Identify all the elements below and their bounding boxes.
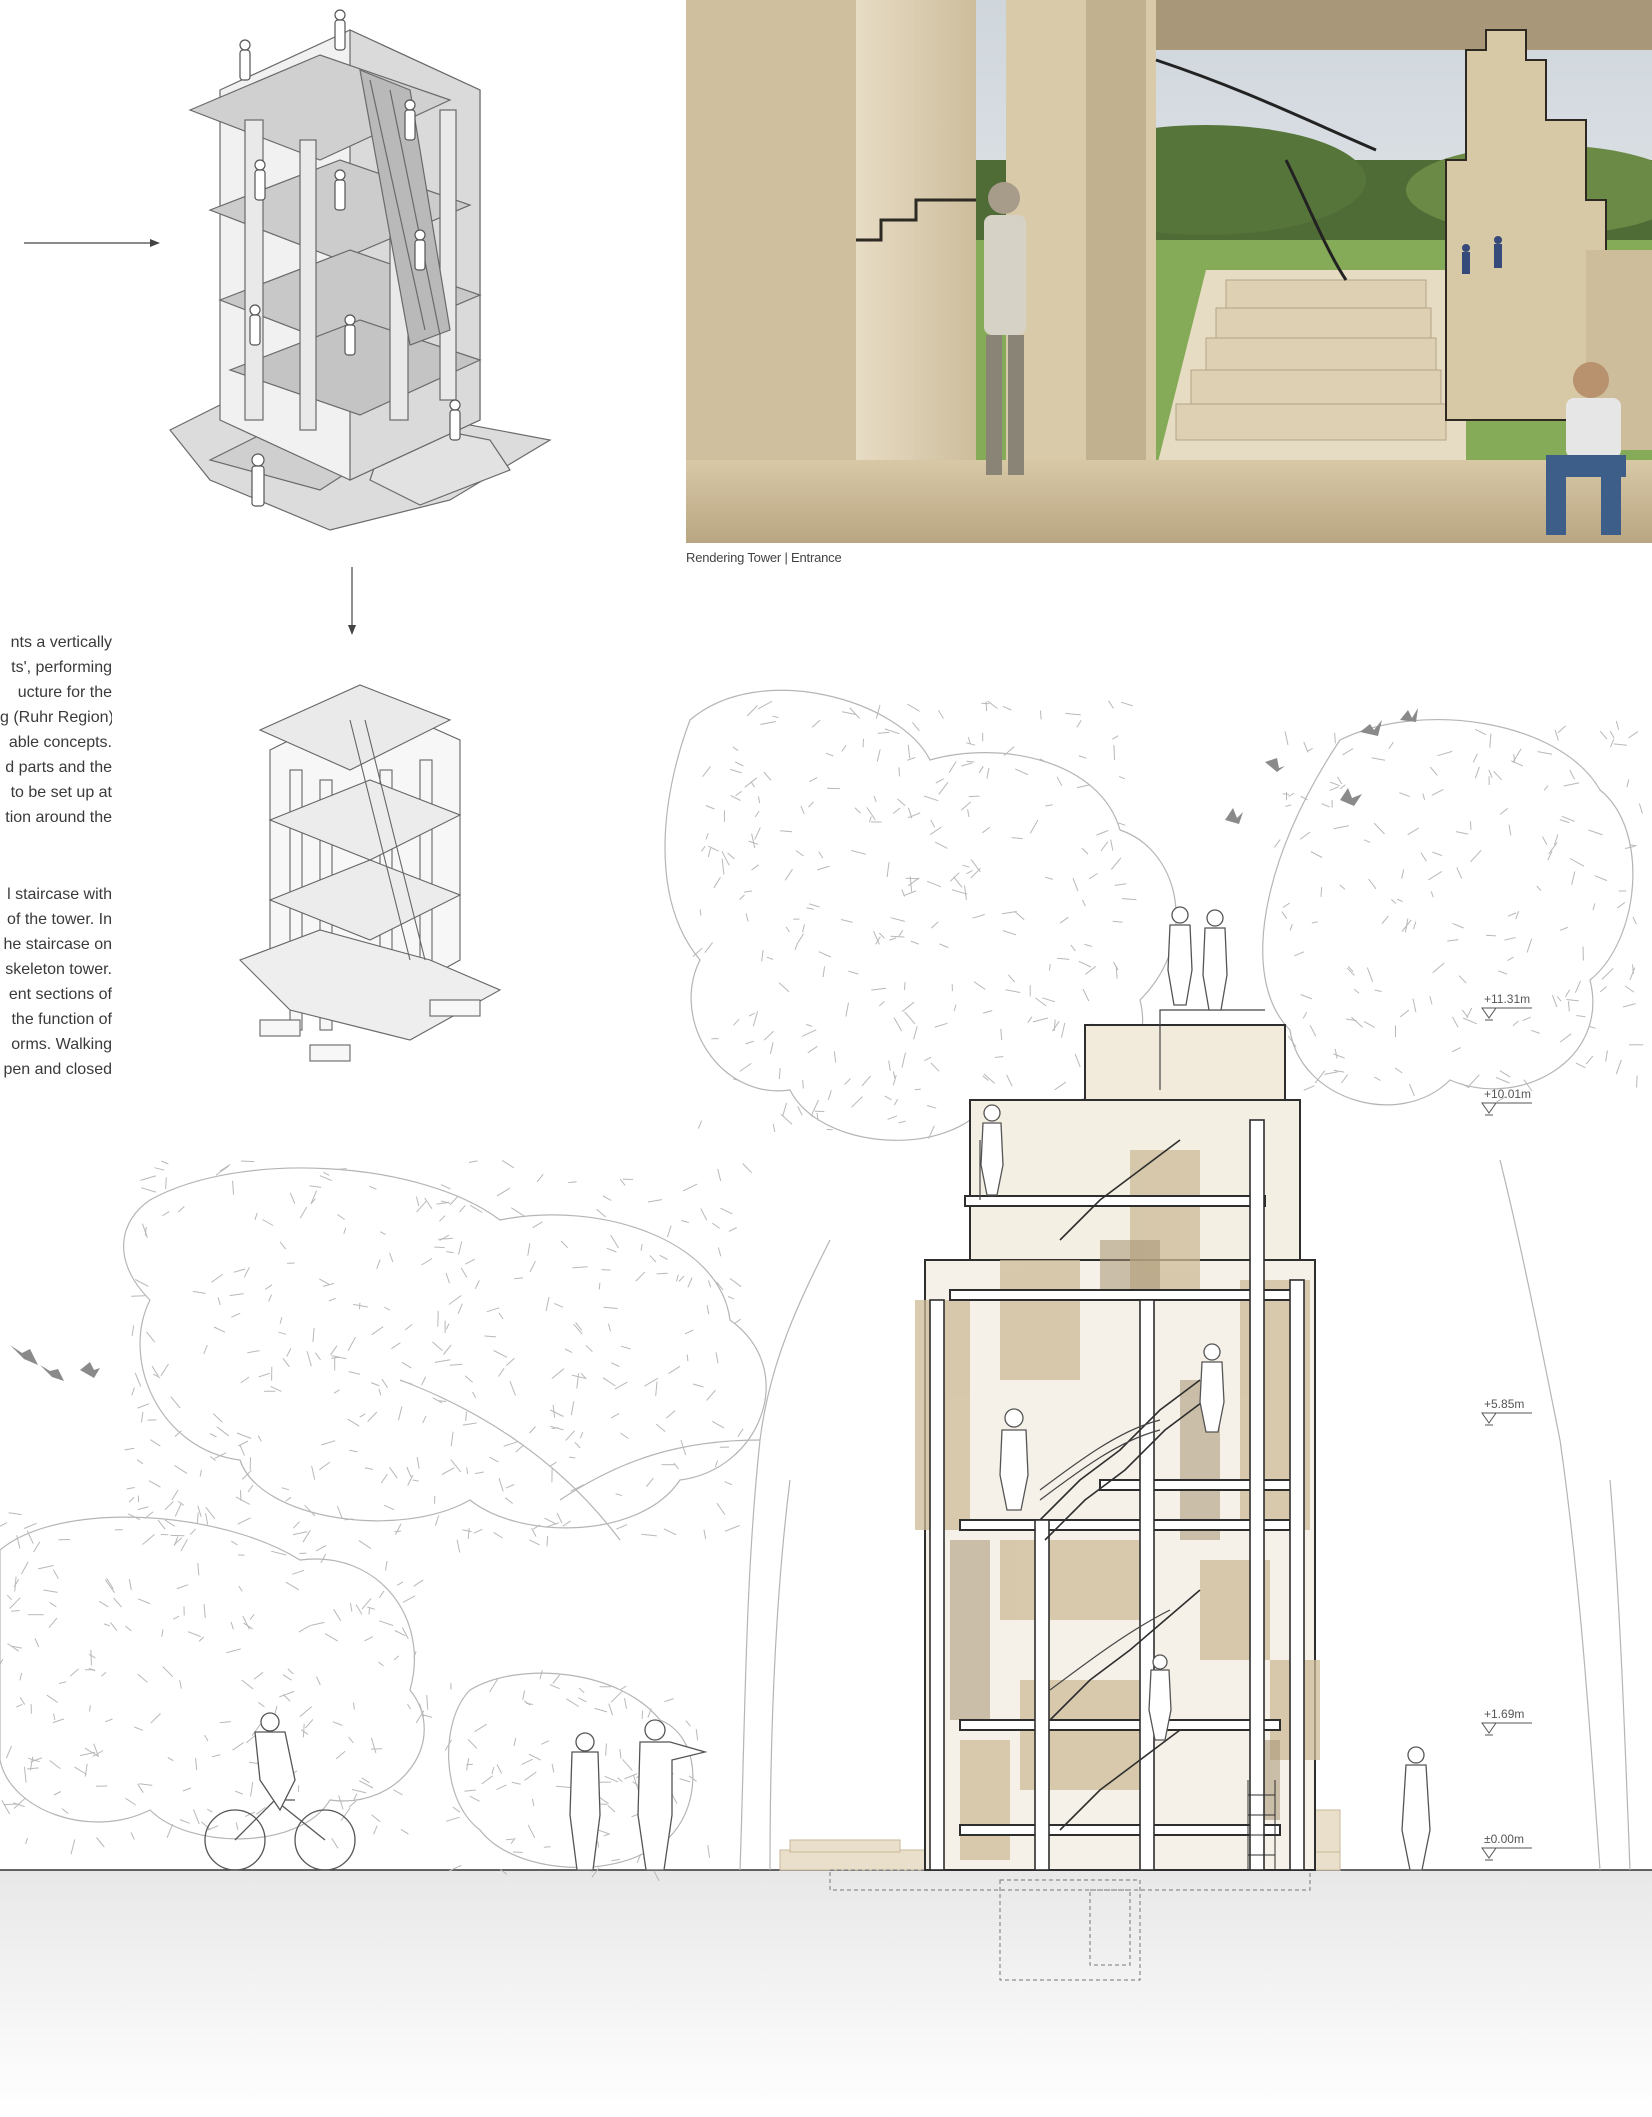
level-label-l1131: +11.31m	[1484, 992, 1531, 1006]
person-figure	[1401, 1746, 1431, 1871]
level-markers	[1481, 1007, 1532, 1861]
level-label-l169: +1.69m	[1484, 1707, 1525, 1721]
person-figure	[1202, 909, 1228, 1011]
level-marker-triangle	[1481, 1722, 1497, 1734]
level-label-l585: +5.85m	[1484, 1397, 1525, 1411]
level-label-l000: ±0.00m	[1484, 1832, 1524, 1846]
level-marker-triangle	[1481, 1007, 1497, 1019]
elevation-drawing	[0, 689, 1652, 2117]
arrow-right-icon	[24, 239, 160, 247]
person-figure	[569, 1732, 601, 1871]
tower-elevation	[779, 1009, 1341, 1981]
level-marker-triangle	[1481, 1412, 1497, 1424]
tree-hatching	[0, 700, 1644, 1882]
axonometric-tower-top	[169, 9, 552, 531]
arrow-down-icon	[348, 567, 356, 635]
cyclist-figure	[204, 1712, 356, 1871]
tree-sketch	[0, 689, 1634, 1871]
rendering-caption: Rendering Tower | Entrance	[686, 550, 842, 565]
level-marker-triangle	[1481, 1102, 1497, 1114]
rendering-image	[686, 0, 1652, 543]
level-marker-triangle	[1481, 1847, 1497, 1859]
person-figure	[334, 9, 346, 51]
level-label-l1001: +10.01m	[1484, 1087, 1532, 1101]
person-figure	[637, 1719, 708, 1871]
person-figure	[1167, 906, 1193, 1006]
